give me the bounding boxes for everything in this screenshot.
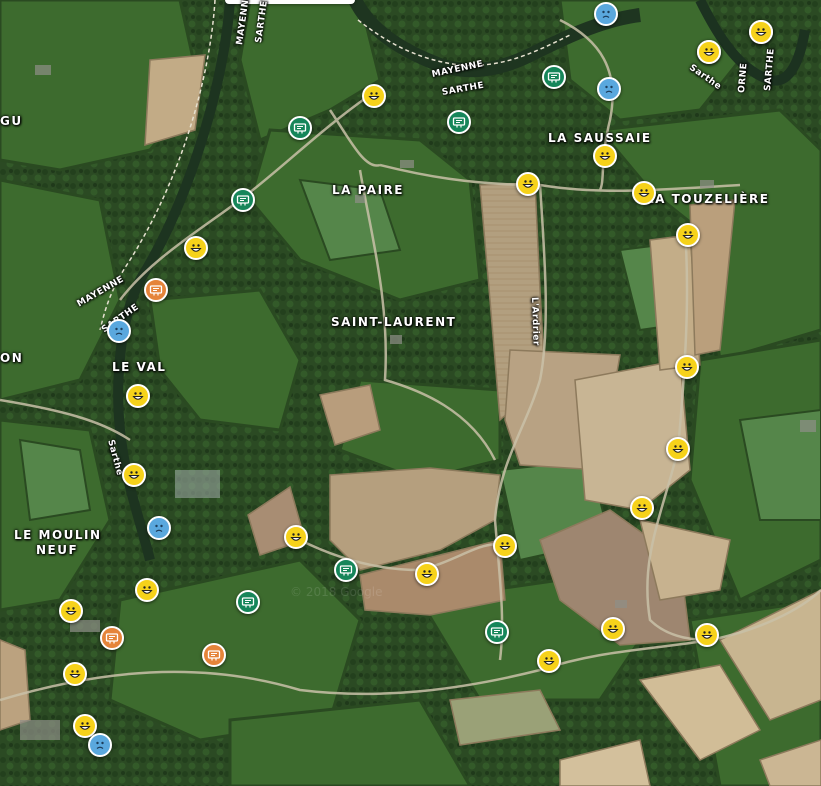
place-label-la-paire: LA PAIRE — [332, 183, 404, 197]
smiley-happy-icon — [680, 227, 696, 243]
smiley-happy-icon — [699, 627, 715, 643]
map-marker-yellow[interactable] — [493, 534, 517, 558]
map-marker-yellow[interactable] — [601, 617, 625, 641]
map-marker-blue[interactable] — [88, 733, 112, 757]
map-marker-yellow[interactable] — [697, 40, 721, 64]
map-marker-yellow[interactable] — [122, 463, 146, 487]
sign-board-icon — [292, 120, 308, 136]
smiley-happy-icon — [139, 582, 155, 598]
smiley-happy-icon — [130, 388, 146, 404]
map-marker-yellow[interactable] — [284, 525, 308, 549]
smiley-sad-icon — [601, 81, 617, 97]
smiley-sad-icon — [598, 6, 614, 22]
smiley-happy-icon — [636, 185, 652, 201]
place-label-la-touzeliere: LA TOUZELIÈRE — [646, 192, 770, 206]
place-label-gu: GU — [0, 114, 23, 128]
sign-board-icon — [338, 562, 354, 578]
map-marker-blue[interactable] — [597, 77, 621, 101]
map-marker-yellow[interactable] — [749, 20, 773, 44]
map-marker-green[interactable] — [447, 110, 471, 134]
map-marker-yellow[interactable] — [415, 562, 439, 586]
map-marker-orange[interactable] — [100, 626, 124, 650]
smiley-happy-icon — [597, 148, 613, 164]
smiley-happy-icon — [126, 467, 142, 483]
map-marker-yellow[interactable] — [516, 172, 540, 196]
map-marker-green[interactable] — [236, 590, 260, 614]
sign-board-icon — [148, 282, 164, 298]
sign-board-icon — [235, 192, 251, 208]
map-marker-blue[interactable] — [147, 516, 171, 540]
map-marker-yellow[interactable] — [695, 623, 719, 647]
smiley-happy-icon — [67, 666, 83, 682]
place-label-la-saussaie: LA SAUSSAIE — [548, 131, 652, 145]
smiley-happy-icon — [679, 359, 695, 375]
sign-board-icon — [240, 594, 256, 610]
smiley-sad-icon — [151, 520, 167, 536]
map-marker-orange[interactable] — [144, 278, 168, 302]
map-marker-yellow[interactable] — [63, 662, 87, 686]
map-marker-yellow[interactable] — [184, 236, 208, 260]
map-imagery — [0, 0, 821, 786]
map-marker-green[interactable] — [485, 620, 509, 644]
map-marker-yellow[interactable] — [59, 599, 83, 623]
map-marker-yellow[interactable] — [666, 437, 690, 461]
map-marker-yellow[interactable] — [676, 223, 700, 247]
smiley-happy-icon — [634, 500, 650, 516]
smiley-happy-icon — [541, 653, 557, 669]
map-marker-yellow[interactable] — [630, 496, 654, 520]
place-label-neuf: NEUF — [36, 543, 79, 557]
map-marker-green[interactable] — [288, 116, 312, 140]
smiley-happy-icon — [701, 44, 717, 60]
satellite-map[interactable]: LA SAUSSAIE LA PAIRE LA TOUZELIÈRE SAINT… — [0, 0, 821, 786]
smiley-sad-icon — [111, 323, 127, 339]
place-label-on: ON — [0, 351, 24, 365]
smiley-happy-icon — [77, 718, 93, 734]
map-watermark: © 2018 Google — [290, 585, 383, 599]
map-marker-yellow[interactable] — [126, 384, 150, 408]
smiley-happy-icon — [419, 566, 435, 582]
road-label-l-ardrier: L'Ardrier — [529, 296, 541, 347]
sign-board-icon — [546, 69, 562, 85]
smiley-happy-icon — [753, 24, 769, 40]
map-marker-yellow[interactable] — [537, 649, 561, 673]
smiley-happy-icon — [605, 621, 621, 637]
map-marker-green[interactable] — [231, 188, 255, 212]
smiley-happy-icon — [188, 240, 204, 256]
smiley-happy-icon — [670, 441, 686, 457]
place-label-saint-laurent: SAINT-LAURENT — [331, 315, 457, 329]
sign-board-icon — [451, 114, 467, 130]
place-label-le-moulin: LE MOULIN — [14, 528, 102, 542]
map-marker-yellow[interactable] — [675, 355, 699, 379]
map-marker-green[interactable] — [542, 65, 566, 89]
smiley-happy-icon — [288, 529, 304, 545]
map-marker-yellow[interactable] — [632, 181, 656, 205]
place-label-le-val: LE VAL — [112, 360, 167, 374]
map-marker-blue[interactable] — [107, 319, 131, 343]
smiley-happy-icon — [520, 176, 536, 192]
smiley-happy-icon — [63, 603, 79, 619]
smiley-happy-icon — [366, 88, 382, 104]
map-marker-yellow[interactable] — [362, 84, 386, 108]
map-marker-yellow[interactable] — [135, 578, 159, 602]
smiley-sad-icon — [92, 737, 108, 753]
map-marker-orange[interactable] — [202, 643, 226, 667]
sign-board-icon — [206, 647, 222, 663]
map-marker-green[interactable] — [334, 558, 358, 582]
sign-board-icon — [489, 624, 505, 640]
smiley-happy-icon — [497, 538, 513, 554]
sign-board-icon — [104, 630, 120, 646]
map-marker-yellow[interactable] — [593, 144, 617, 168]
map-marker-blue[interactable] — [594, 2, 618, 26]
